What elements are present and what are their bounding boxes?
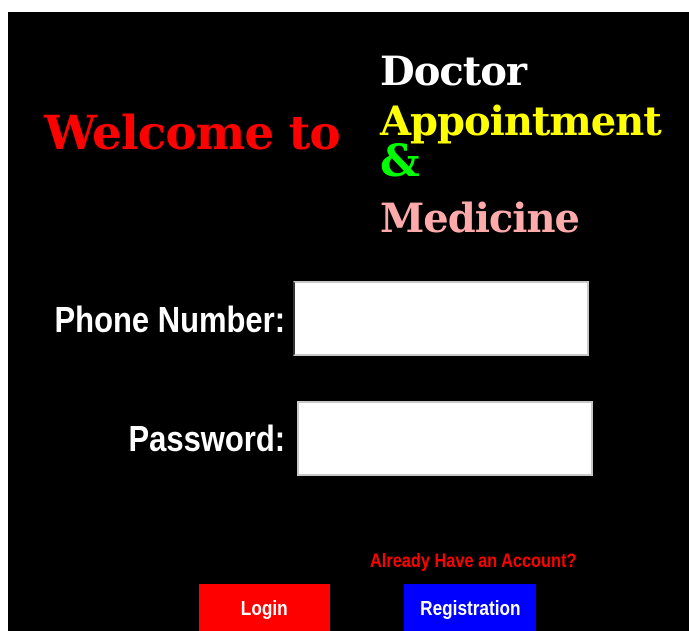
- phone-number-input[interactable]: [293, 281, 589, 356]
- login-window: Welcome to Doctor Appointment & Medicine…: [8, 12, 689, 631]
- welcome-text: Welcome to: [44, 106, 341, 161]
- password-input[interactable]: [297, 401, 593, 476]
- title-doctor: Doctor: [380, 48, 527, 95]
- password-label: Password:: [128, 418, 285, 459]
- phone-number-label: Phone Number:: [54, 299, 285, 340]
- login-button-label: Login: [241, 597, 288, 620]
- title-appointment: Appointment: [380, 98, 662, 145]
- login-button[interactable]: Login: [199, 584, 330, 631]
- registration-button-label: Registration: [419, 597, 521, 620]
- title-medicine: Medicine: [380, 195, 580, 242]
- registration-button[interactable]: Registration: [404, 584, 536, 631]
- title-ampersand: &: [380, 136, 420, 187]
- already-have-account-link[interactable]: Already Have an Account?: [370, 552, 576, 571]
